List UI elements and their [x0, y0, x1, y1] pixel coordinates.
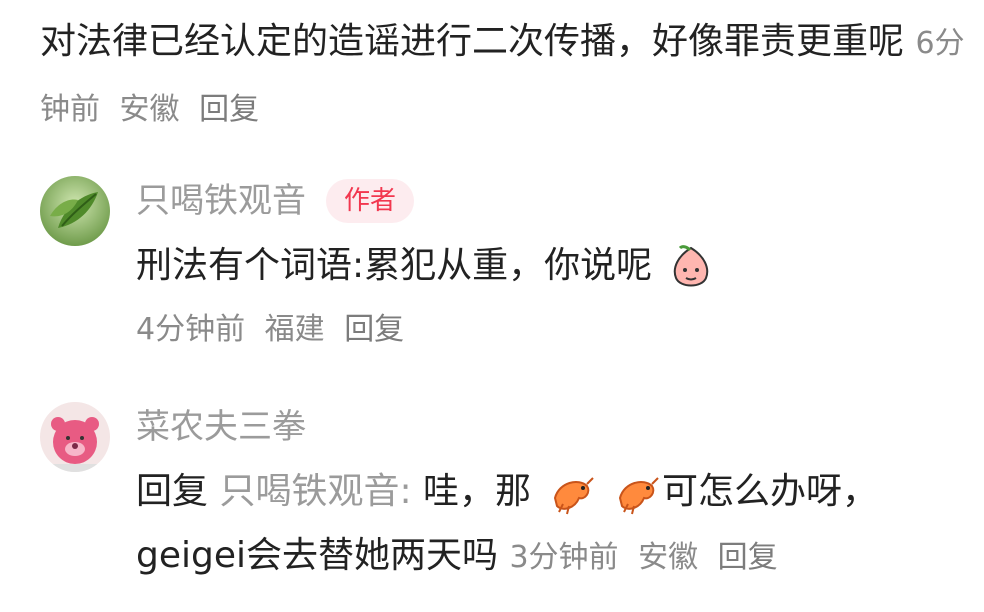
reply-time: 3分钟前 [509, 540, 619, 575]
reply-item: 只喝铁观音 作者 刑法有个词语:累犯从重，你说呢 4分钟前 福建 回复 [40, 176, 970, 366]
reply-location: 福建 [264, 312, 325, 347]
nickname[interactable]: 只喝铁观音 [136, 176, 306, 226]
reply-body: 回复 只喝铁观音: 哇，那 可怎么办呀，geigei会去替她两天吗 3分钟前 安… [136, 460, 970, 590]
reply-header: 菜农夫三拳 [136, 402, 970, 452]
reply-body: 刑法有个词语:累犯从重，你说呢 [136, 234, 970, 298]
reply-time: 4分钟前 [136, 312, 246, 347]
reply-item: 菜农夫三拳 回复 只喝铁观音: 哇，那 可怎么办呀，geigei会去替她两天吗 … [40, 402, 970, 602]
reply-text-part: 哇，那 [411, 471, 532, 512]
comment-location: 安徽 [119, 92, 180, 127]
nickname[interactable]: 菜农夫三拳 [136, 402, 306, 452]
avatar[interactable] [40, 176, 110, 246]
reply-text: 刑法有个词语:累犯从重，你说呢 [136, 245, 653, 286]
reply-target-name[interactable]: 只喝铁观音: [219, 471, 411, 512]
reply-meta: 4分钟前 福建 回复 [136, 304, 970, 348]
tea-leaf-avatar-icon [40, 176, 110, 246]
reply-button[interactable]: 回复 [718, 540, 778, 575]
shrimp-emoji-icon [545, 468, 595, 518]
author-badge: 作者 [326, 179, 415, 223]
parent-comment: 对法律已经认定的造谣进行二次传播，好像罪责更重呢 6分钟前 安徽 回复 [40, 10, 970, 142]
reply-header: 只喝铁观音 作者 [136, 176, 970, 226]
reply-prefix: 回复 [136, 471, 209, 512]
comment-text: 对法律已经认定的造谣进行二次传播，好像罪责更重呢 [40, 21, 905, 62]
reply-button[interactable]: 回复 [199, 92, 259, 127]
shrimp-emoji-icon [610, 468, 660, 518]
peach-face-emoji-icon [666, 242, 716, 292]
comment-thread: 对法律已经认定的造谣进行二次传播，好像罪责更重呢 6分钟前 安徽 回复 只喝铁观… [0, 0, 984, 612]
lotso-bear-avatar-icon [40, 402, 110, 472]
reply-meta: 3分钟前 安徽 回复 [509, 540, 787, 575]
reply-button[interactable]: 回复 [344, 312, 404, 347]
reply-location: 安徽 [638, 540, 699, 575]
avatar[interactable] [40, 402, 110, 472]
